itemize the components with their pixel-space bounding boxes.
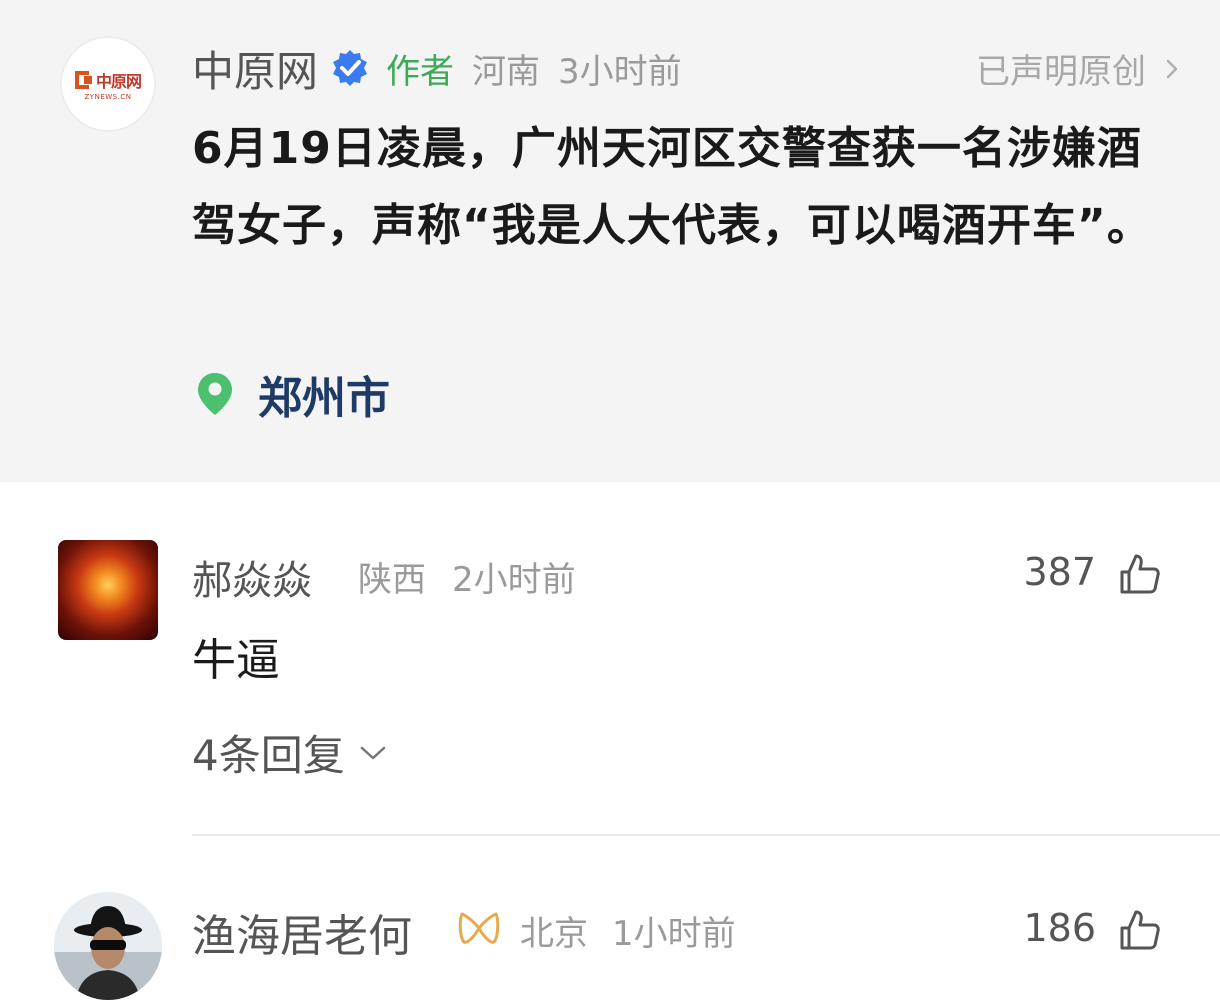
logo-subtext: ZYNEWS.CN [84,92,132,101]
comment-item: 郝焱焱 陕西 2小时前 387 牛逼 4条回复 [0,482,1220,838]
post-body: 6月19日凌晨，广州天河区交警查获一名涉嫌酒驾女子，声称“我是人大代表，可以喝酒… [192,123,1152,251]
post-card: 中原网 ZYNEWS.CN 中原网 作者 河南 3小时前 已声明原创 6月19日… [0,0,1220,482]
publisher-avatar[interactable]: 中原网 ZYNEWS.CN [60,36,156,132]
comment-time: 1小时前 [612,914,736,954]
original-label: 已声明原创 [976,52,1146,92]
author-name[interactable]: 中原网 [192,38,318,99]
chevron-down-icon [360,746,385,759]
commenter-avatar[interactable] [54,892,162,1000]
thumbs-up-icon[interactable] [1118,908,1162,952]
commenter-name[interactable]: 渔海居老何 [192,900,412,964]
comment-divider [192,834,1220,836]
like-count: 186 [1023,906,1096,950]
comment-item: 渔海居老何 北京 1小时前 186 [0,838,1220,1000]
comment-region: 北京 [520,914,588,954]
verified-badge-icon [333,50,368,86]
post-region: 河南 [472,51,541,92]
post-header: 中原网 作者 河南 3小时前 [192,40,682,96]
thumbs-up-icon[interactable] [1118,552,1162,596]
location-label: 郑州市 [258,373,390,424]
author-tag: 作者 [386,51,455,92]
vip-badge-icon [458,912,500,944]
commenter-name[interactable]: 郝焱焱 [192,548,312,606]
location-pin-icon [198,373,232,415]
chevron-right-icon [1166,59,1178,78]
comment-text: 牛逼 [192,635,280,686]
replies-label: 4条回复 [192,731,345,780]
logo-mark-icon [74,70,93,89]
view-replies-button[interactable]: 4条回复 [192,722,387,783]
post-time: 3小时前 [558,51,682,92]
like-count: 387 [1023,550,1096,594]
comment-region: 陕西 [358,560,426,600]
location-tag[interactable]: 郑州市 [196,362,390,426]
publisher-logo: 中原网 [74,68,142,92]
logo-text: 中原网 [95,71,142,91]
avatar-photo-icon [54,892,162,1000]
original-declaration-link[interactable]: 已声明原创 [976,44,1182,93]
comment-time: 2小时前 [452,560,576,600]
commenter-avatar[interactable] [58,540,158,640]
